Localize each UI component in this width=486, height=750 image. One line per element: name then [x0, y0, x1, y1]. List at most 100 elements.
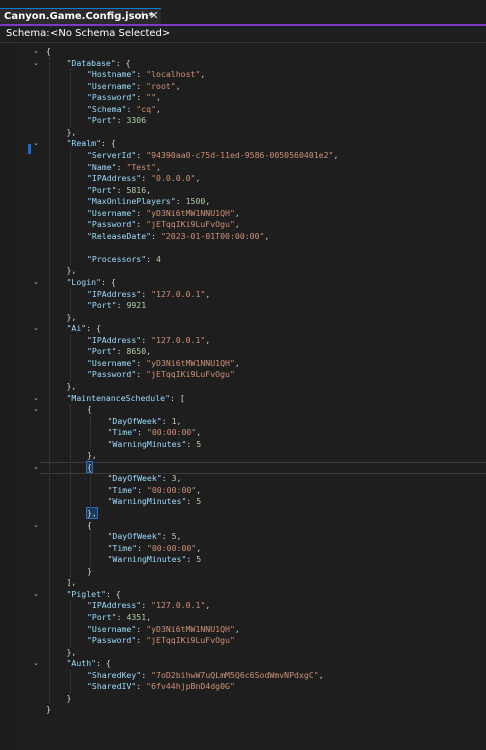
- json-number: 5: [196, 438, 202, 449]
- code-line[interactable]: "IPAddress": "0.0.0.0",: [0, 173, 486, 184]
- code-text: }: [67, 693, 72, 704]
- code-line[interactable]: },: [0, 312, 486, 323]
- code-line[interactable]: "Port": 5816,: [0, 185, 486, 196]
- code-line[interactable]: ⌄ "Ai": {: [0, 323, 486, 334]
- json-punctuation: :: [141, 288, 152, 299]
- code-line[interactable]: "DayOfWeek": 3,: [0, 473, 486, 484]
- code-line[interactable]: "SharedIV": "6fv44hjpBnD4dg0G": [0, 681, 486, 692]
- json-punctuation: :: [116, 300, 127, 311]
- code-line[interactable]: "Port": 3306: [0, 115, 486, 126]
- code-line[interactable]: ⌄{: [0, 46, 486, 57]
- close-icon[interactable]: ✕: [149, 9, 159, 23]
- indent-guide: [69, 600, 71, 647]
- code-line[interactable]: ⌄ "MaintenanceSchedule": [: [0, 393, 486, 404]
- json-punctuation: :: [151, 230, 161, 241]
- json-key: "SharedIV": [87, 681, 137, 692]
- code-line[interactable]: "Password": "jETqqIKi9LuFvOgu": [0, 635, 486, 646]
- fold-chevron-icon[interactable]: ⌄: [32, 520, 40, 531]
- code-line[interactable]: "Name": "Test",: [0, 162, 486, 173]
- schema-selector[interactable]: <No Schema Selected>: [50, 28, 170, 39]
- fold-chevron-icon[interactable]: ⌄: [32, 589, 40, 600]
- code-line[interactable]: ⌄ "Piglet": {: [0, 589, 486, 600]
- code-text: {: [86, 460, 93, 473]
- code-line[interactable]: ⌄ "Realm": {: [0, 138, 486, 149]
- code-line[interactable]: "Username": "root",: [0, 81, 486, 92]
- fold-chevron-icon[interactable]: ⌄: [32, 462, 40, 473]
- code-text: }: [46, 704, 51, 715]
- code-line[interactable]: }: [0, 704, 486, 715]
- code-line[interactable]: [0, 242, 486, 253]
- code-line[interactable]: "WarningMinutes": 5: [0, 439, 486, 450]
- fold-chevron-icon[interactable]: ⌄: [32, 58, 40, 69]
- code-line[interactable]: ⌄{: [0, 520, 486, 531]
- json-punctuation: }: [46, 704, 51, 715]
- fold-chevron-icon[interactable]: ⌄: [32, 277, 40, 288]
- code-line[interactable]: "ReleaseDate": "2023-01-01T00:00:00",: [0, 231, 486, 242]
- code-line[interactable]: },: [0, 381, 486, 392]
- json-key: "DayOfWeek": [107, 473, 162, 484]
- code-line[interactable]: "Username": "yD3Ni6tMW1NNU1QH",: [0, 358, 486, 369]
- json-key: "WarningMinutes": [107, 496, 187, 507]
- code-line[interactable]: "DayOfWeek": 1,: [0, 416, 486, 427]
- code-line[interactable]: ],: [0, 577, 486, 588]
- code-line[interactable]: "MaxOnlinePlayers": 1500,: [0, 196, 486, 207]
- json-punctuation: :: [146, 253, 157, 264]
- pin-icon[interactable]: ⊣: [134, 9, 144, 23]
- code-line[interactable]: "Time": "00:00:00",: [0, 427, 486, 438]
- code-line[interactable]: "Schema": "cq",: [0, 104, 486, 115]
- code-line[interactable]: "Username": "yD3Ni6tMW1NNU1QH",: [0, 624, 486, 635]
- json-string: "127.0.0.1": [151, 334, 206, 345]
- code-line[interactable]: ⌄ "Auth": {: [0, 658, 486, 669]
- code-line[interactable]: "DayOfWeek": 5,: [0, 531, 486, 542]
- code-line[interactable]: "IPAddress": "127.0.0.1",: [0, 335, 486, 346]
- code-line[interactable]: ⌄{: [0, 460, 486, 474]
- code-line[interactable]: ⌄ "Login": {: [0, 277, 486, 288]
- code-text: "Time": "00:00:00",: [108, 427, 202, 438]
- code-line[interactable]: },: [0, 647, 486, 658]
- code-line[interactable]: "IPAddress": "127.0.0.1",: [0, 289, 486, 300]
- code-line[interactable]: },: [0, 127, 486, 138]
- code-editor[interactable]: ⌄{⌄ "Database": {"Hostname": "localhost",…: [0, 44, 486, 750]
- fold-chevron-icon[interactable]: ⌄: [32, 46, 40, 57]
- code-text: "WarningMinutes": 5: [108, 439, 202, 450]
- code-line[interactable]: ⌄ "Database": {: [0, 58, 486, 69]
- code-line[interactable]: "Port": 4351,: [0, 612, 486, 623]
- code-line[interactable]: ⌄{: [0, 404, 486, 415]
- code-line[interactable]: "SharedKey": "7oD2bihwW7uQLmM5Q6c6SodWmv…: [0, 670, 486, 681]
- json-punctuation: }: [66, 692, 72, 703]
- json-punctuation: ,: [234, 207, 240, 218]
- fold-chevron-icon[interactable]: ⌄: [32, 404, 40, 415]
- code-line[interactable]: "Hostname": "localhost",: [0, 69, 486, 80]
- code-line[interactable]: "Password": "jETqqIKi9LuFvOgu": [0, 369, 486, 380]
- code-line[interactable]: }: [0, 566, 486, 577]
- tab-config-json[interactable]: Canyon.Game.Config.json* ⊣ ✕: [0, 8, 161, 24]
- code-line[interactable]: "IPAddress": "127.0.0.1",: [0, 600, 486, 611]
- code-line[interactable]: "Time": "00:00:00",: [0, 543, 486, 554]
- fold-chevron-icon[interactable]: ⌄: [32, 138, 40, 149]
- code-line[interactable]: "Password": "jETqqIKi9LuFvOgu",: [0, 219, 486, 230]
- code-line[interactable]: "Port": 9921: [0, 300, 486, 311]
- code-line[interactable]: "Password": "",: [0, 92, 486, 103]
- fold-chevron-icon[interactable]: ⌄: [32, 323, 40, 334]
- code-line[interactable]: "WarningMinutes": 5: [0, 496, 486, 507]
- code-line[interactable]: },: [0, 450, 486, 461]
- code-line[interactable]: },: [0, 265, 486, 276]
- code-line[interactable]: "Port": 8650,: [0, 346, 486, 357]
- code-line[interactable]: "Processors": 4: [0, 254, 486, 265]
- json-punctuation: },: [86, 507, 98, 519]
- json-punctuation: :: [136, 635, 147, 646]
- code-line[interactable]: "ServerId": "94390aa0-c75d-11ed-9586-005…: [0, 150, 486, 161]
- json-key: "Port": [87, 346, 117, 357]
- fold-chevron-icon[interactable]: ⌄: [32, 393, 40, 404]
- code-line[interactable]: "Time": "00:00:00",: [0, 485, 486, 496]
- json-number: 5816: [126, 184, 147, 195]
- fold-chevron-icon[interactable]: ⌄: [32, 658, 40, 669]
- code-line[interactable]: "Username": "yD3Ni6tMW1NNU1QH",: [0, 208, 486, 219]
- code-line[interactable]: },: [0, 507, 486, 519]
- code-line[interactable]: "WarningMinutes": 5: [0, 554, 486, 565]
- json-key: "Username": [87, 80, 137, 91]
- json-punctuation: :: [136, 623, 147, 634]
- json-key: "IPAddress": [87, 600, 142, 611]
- code-text: "Name": "Test",: [87, 162, 161, 173]
- code-line[interactable]: }: [0, 693, 486, 704]
